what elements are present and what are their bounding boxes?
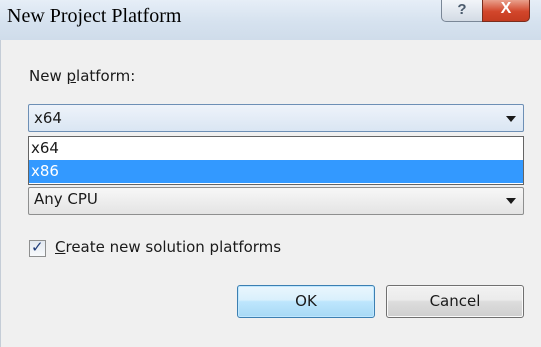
- dropdown-option-x86[interactable]: x86: [29, 160, 523, 183]
- ok-button[interactable]: OK: [237, 285, 375, 318]
- create-solution-platforms-accesskey: C: [55, 238, 66, 256]
- dropdown-option-x64[interactable]: x64: [29, 137, 523, 160]
- create-solution-platforms-checkbox[interactable]: ✓: [29, 238, 46, 257]
- new-platform-selected-value: x64: [34, 109, 62, 127]
- window-border: [0, 40, 1, 347]
- new-project-platform-dialog: New Project Platform ? X New platform: x…: [0, 0, 541, 347]
- new-platform-label-suffix: latform:: [76, 67, 136, 85]
- new-platform-dropdown-list: x64 x86: [28, 136, 524, 185]
- copy-settings-selected-value: Any CPU: [34, 190, 98, 208]
- create-solution-platforms-label[interactable]: Create new solution platforms: [55, 238, 281, 256]
- close-button[interactable]: X: [482, 0, 530, 22]
- new-platform-label: New platform:: [29, 67, 135, 85]
- checkmark-icon: ✓: [31, 238, 44, 256]
- copy-settings-from-combobox[interactable]: Any CPU: [28, 187, 524, 215]
- help-icon: ?: [457, 1, 467, 18]
- chevron-down-icon[interactable]: [506, 198, 516, 204]
- help-button[interactable]: ?: [441, 0, 483, 22]
- dialog-title: New Project Platform: [7, 5, 182, 27]
- create-solution-platforms-label-rest: reate new solution platforms: [65, 238, 282, 256]
- chevron-down-icon[interactable]: [506, 116, 516, 122]
- new-platform-combobox[interactable]: x64: [28, 104, 524, 132]
- new-platform-label-accesskey: p: [66, 67, 77, 85]
- close-icon: X: [500, 0, 512, 17]
- title-bar: New Project Platform ? X: [0, 0, 541, 40]
- cancel-button[interactable]: Cancel: [386, 285, 524, 318]
- new-platform-label-prefix: New: [29, 67, 67, 85]
